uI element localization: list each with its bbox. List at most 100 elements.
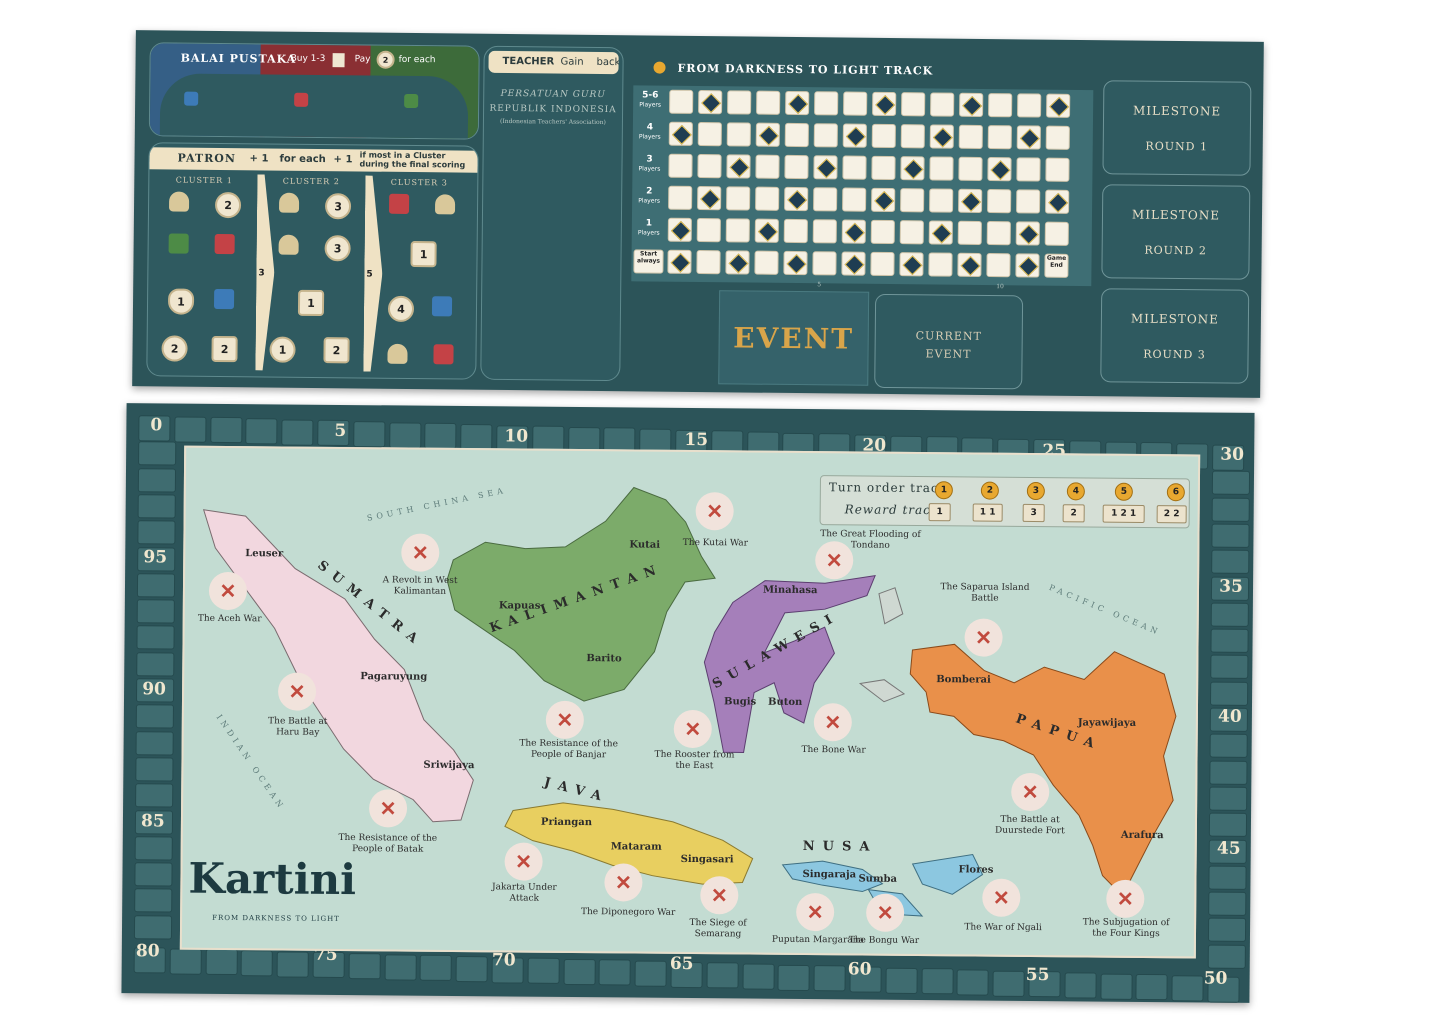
- track-space[interactable]: [928, 252, 953, 277]
- track-space[interactable]: [871, 155, 896, 181]
- track-space[interactable]: [812, 219, 837, 244]
- score-space[interactable]: [205, 949, 238, 976]
- score-space[interactable]: [388, 421, 422, 449]
- track-space[interactable]: [1045, 157, 1070, 182]
- battle-icon[interactable]: ✕: [964, 618, 1003, 657]
- score-space[interactable]: [1207, 944, 1246, 969]
- track-space[interactable]: [785, 90, 810, 116]
- battle-icon[interactable]: ✕: [796, 892, 835, 932]
- track-end-space[interactable]: Game End: [1044, 253, 1069, 278]
- track-space[interactable]: [843, 91, 868, 116]
- track-space[interactable]: [668, 185, 693, 210]
- track-space[interactable]: [841, 251, 866, 276]
- track-space[interactable]: [988, 93, 1013, 118]
- track-space[interactable]: [871, 123, 896, 149]
- score-space[interactable]: [1100, 973, 1133, 1000]
- battle-icon[interactable]: ✕: [813, 703, 853, 742]
- score-space[interactable]: [706, 962, 739, 989]
- track-space[interactable]: [957, 220, 982, 245]
- score-space[interactable]: [240, 950, 274, 977]
- track-space[interactable]: [929, 156, 954, 181]
- score-space[interactable]: [777, 964, 811, 991]
- track-start-space[interactable]: Start always: [633, 249, 664, 274]
- track-space[interactable]: [842, 123, 867, 148]
- track-space[interactable]: [987, 189, 1012, 214]
- track-space[interactable]: [812, 251, 837, 276]
- track-space[interactable]: [957, 252, 982, 277]
- score-space[interactable]: [281, 419, 314, 446]
- score-space[interactable]: [1064, 972, 1097, 999]
- track-space[interactable]: [668, 153, 693, 178]
- score-space[interactable]: [135, 783, 174, 808]
- track-space[interactable]: [958, 156, 983, 181]
- score-space[interactable]: [563, 958, 596, 985]
- track-space[interactable]: [899, 252, 924, 277]
- battle-icon[interactable]: ✕: [695, 492, 734, 531]
- score-space[interactable]: [134, 835, 173, 861]
- score-space[interactable]: [1210, 628, 1249, 653]
- track-space[interactable]: [727, 90, 752, 115]
- turn-slot-6[interactable]: 6: [1166, 483, 1185, 502]
- track-space[interactable]: [783, 250, 808, 276]
- track-space[interactable]: [725, 250, 750, 275]
- score-space[interactable]: [956, 969, 990, 996]
- score-space[interactable]: [1208, 891, 1247, 916]
- score-space[interactable]: [1210, 602, 1249, 627]
- track-space[interactable]: [842, 187, 867, 212]
- track-space[interactable]: [1016, 157, 1041, 182]
- score-space[interactable]: [634, 960, 667, 987]
- track-space[interactable]: [1044, 221, 1069, 246]
- track-space[interactable]: [696, 249, 721, 275]
- score-space[interactable]: [1211, 523, 1250, 548]
- track-space[interactable]: [1016, 125, 1041, 150]
- turn-slot-5[interactable]: 5: [1114, 482, 1133, 501]
- track-space[interactable]: [697, 185, 722, 211]
- track-space[interactable]: [842, 155, 867, 180]
- track-space[interactable]: [900, 156, 925, 181]
- track-space[interactable]: [959, 92, 984, 117]
- track-space[interactable]: [1015, 221, 1040, 246]
- score-space[interactable]: [598, 959, 632, 986]
- score-space[interactable]: [921, 968, 954, 995]
- track-space[interactable]: [813, 187, 838, 212]
- score-space[interactable]: [1210, 681, 1249, 706]
- battle-icon[interactable]: ✕: [401, 533, 440, 572]
- track-space[interactable]: [697, 121, 722, 147]
- track-space[interactable]: [900, 188, 925, 213]
- track-space[interactable]: [872, 91, 897, 117]
- battle-icon[interactable]: ✕: [673, 709, 712, 749]
- track-space[interactable]: [929, 124, 954, 149]
- track-space[interactable]: [813, 155, 838, 180]
- score-space[interactable]: [276, 951, 310, 978]
- track-space[interactable]: [755, 154, 780, 179]
- score-space[interactable]: [1209, 786, 1248, 811]
- track-space[interactable]: [725, 218, 750, 243]
- score-space[interactable]: [424, 422, 457, 450]
- track-space[interactable]: [930, 92, 955, 117]
- score-space[interactable]: [1210, 654, 1249, 680]
- score-space[interactable]: [1211, 497, 1250, 522]
- track-space[interactable]: [698, 89, 723, 115]
- score-space[interactable]: [348, 952, 381, 980]
- track-space[interactable]: [1045, 125, 1070, 150]
- score-space[interactable]: [1135, 974, 1169, 1001]
- track-space[interactable]: [899, 220, 924, 245]
- track-space[interactable]: [841, 219, 866, 244]
- track-space[interactable]: [928, 220, 953, 245]
- track-space[interactable]: [900, 124, 925, 149]
- track-space[interactable]: [667, 217, 692, 242]
- track-space[interactable]: [756, 90, 781, 115]
- score-space[interactable]: [135, 757, 174, 782]
- score-space[interactable]: [527, 957, 560, 985]
- score-space[interactable]: [134, 862, 173, 887]
- track-space[interactable]: [1045, 189, 1070, 214]
- track-space[interactable]: [871, 187, 896, 213]
- battle-icon[interactable]: ✕: [277, 672, 317, 711]
- track-space[interactable]: [1016, 189, 1041, 214]
- battle-icon[interactable]: ✕: [545, 700, 585, 740]
- track-space[interactable]: [726, 186, 751, 211]
- score-space[interactable]: [136, 599, 175, 624]
- track-space[interactable]: [870, 251, 895, 277]
- track-space[interactable]: [697, 153, 722, 179]
- score-space[interactable]: [137, 494, 176, 519]
